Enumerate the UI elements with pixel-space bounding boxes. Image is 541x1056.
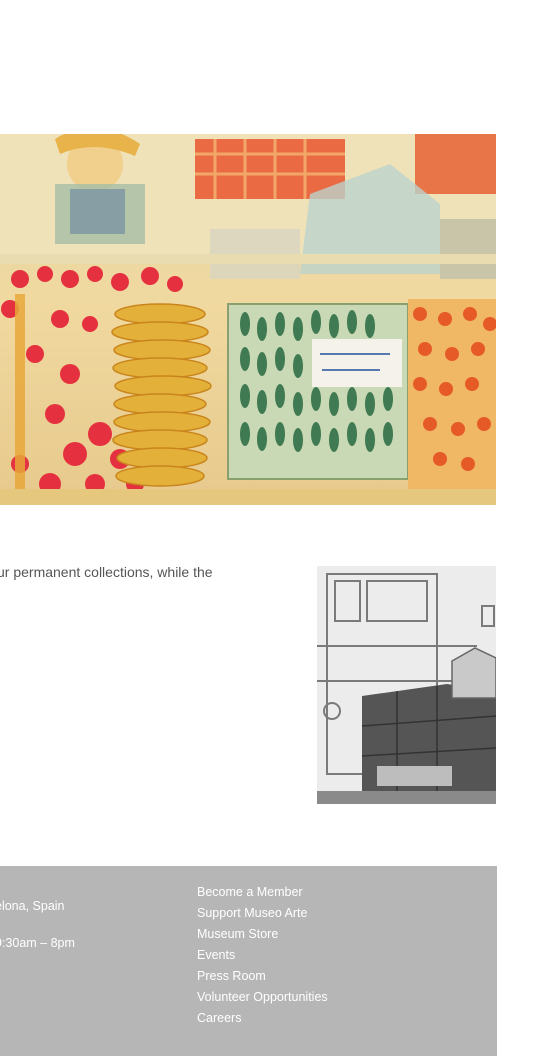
hero-painting-art	[0, 134, 496, 505]
footer-link-press-room[interactable]: Press Room	[197, 969, 266, 983]
site-footer: elona, Spain 9:30am – 8pm Become a Membe…	[0, 866, 497, 1056]
footer-hours: 9:30am – 8pm	[0, 936, 75, 950]
footer-link-events[interactable]: Events	[197, 948, 235, 962]
footer-link-careers[interactable]: Careers	[197, 1011, 241, 1025]
hero-painting-image	[0, 134, 496, 505]
footer-links-list: Become a Member Support Museo Arte Museu…	[197, 883, 328, 1030]
footer-link-item: Press Room	[197, 967, 328, 988]
footer-link-item: Museum Store	[197, 925, 328, 946]
footer-link-item: Volunteer Opportunities	[197, 988, 328, 1009]
footer-link-item: Events	[197, 946, 328, 967]
gallery-thumbnail-art	[317, 566, 496, 804]
footer-address: elona, Spain	[0, 899, 65, 913]
footer-link-volunteer[interactable]: Volunteer Opportunities	[197, 990, 328, 1004]
gallery-thumbnail-image[interactable]	[317, 566, 496, 804]
intro-paragraph: ur permanent collections, while the	[0, 564, 213, 580]
footer-link-become-member[interactable]: Become a Member	[197, 885, 303, 899]
footer-link-item: Become a Member	[197, 883, 328, 904]
footer-link-museum-store[interactable]: Museum Store	[197, 927, 278, 941]
footer-link-item: Support Museo Arte	[197, 904, 328, 925]
footer-link-item: Careers	[197, 1009, 328, 1030]
footer-link-support[interactable]: Support Museo Arte	[197, 906, 307, 920]
